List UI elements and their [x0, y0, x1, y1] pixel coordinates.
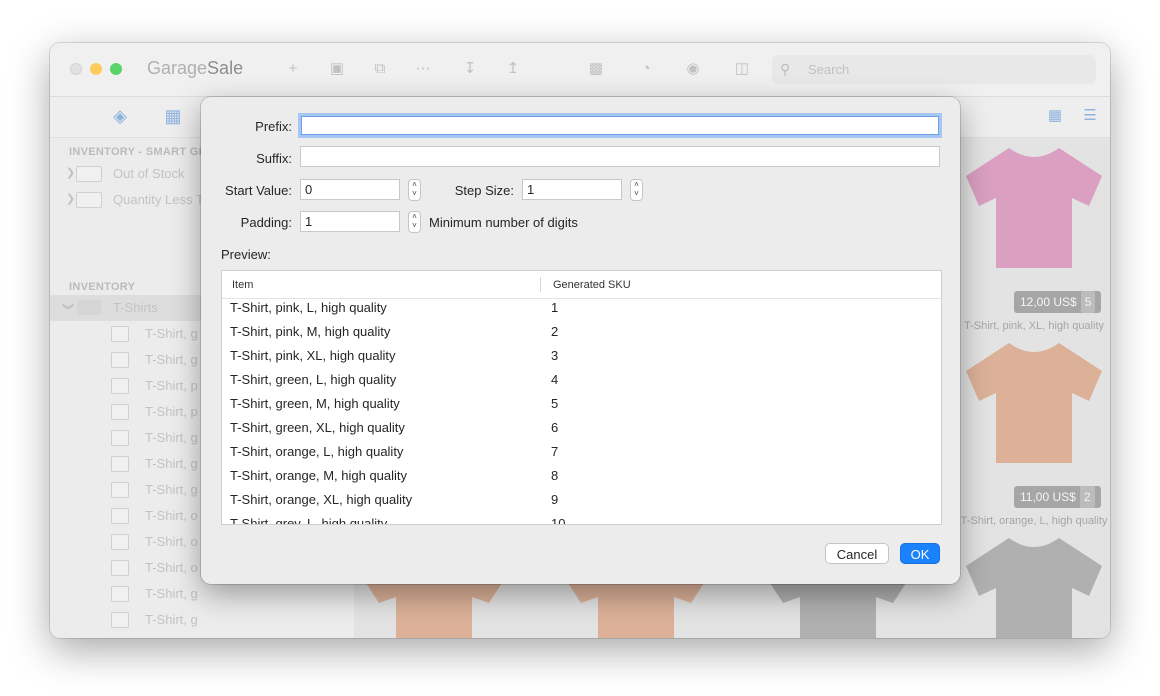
item-cell: T-Shirt, pink, XL, high quality	[230, 348, 396, 363]
preview-table[interactable]: Item Generated SKU T-Shirt, pink, L, hig…	[221, 270, 942, 525]
sku-cell: 2	[551, 324, 559, 339]
padding-field[interactable]: 1	[300, 211, 400, 232]
sku-cell: 1	[551, 300, 559, 315]
step-size-field[interactable]: 1	[522, 179, 622, 200]
table-row[interactable]: T-Shirt, pink, XL, high quality 3	[222, 346, 941, 370]
suffix-field[interactable]	[300, 146, 940, 167]
item-cell: T-Shirt, pink, M, high quality	[230, 324, 391, 339]
prefix-field[interactable]	[301, 116, 939, 135]
item-cell: T-Shirt, green, XL, high quality	[230, 420, 405, 435]
start-value-stepper[interactable]: ˄ ˅	[408, 179, 421, 201]
step-size-label: Step Size:	[454, 183, 514, 198]
sku-cell: 3	[551, 348, 559, 363]
suffix-label: Suffix:	[256, 151, 292, 166]
table-row[interactable]: T-Shirt, orange, M, high quality 8	[222, 466, 941, 490]
table-row[interactable]: T-Shirt, green, XL, high quality 6	[222, 418, 941, 442]
table-row[interactable]: T-Shirt, pink, L, high quality 1	[222, 298, 941, 322]
table-row[interactable]: T-Shirt, pink, M, high quality 2	[222, 322, 941, 346]
column-header-item[interactable]: Item	[232, 279, 253, 291]
sku-cell: 9	[551, 492, 559, 507]
start-value-label: Start Value:	[225, 183, 292, 198]
cancel-button[interactable]: Cancel	[825, 543, 889, 564]
item-cell: T-Shirt, orange, L, high quality	[230, 444, 404, 459]
preview-label: Preview:	[221, 247, 271, 262]
prefix-label: Prefix:	[255, 119, 292, 134]
sku-cell: 10	[551, 516, 566, 525]
padding-hint: Minimum number of digits	[429, 215, 578, 230]
item-cell: T-Shirt, grey, L, high quality	[230, 516, 388, 525]
sku-cell: 5	[551, 396, 559, 411]
table-header: Item Generated SKU	[222, 271, 941, 299]
generate-sku-dialog: Prefix: Suffix: Start Value: 0 ˄ ˅ Step S…	[201, 97, 960, 584]
ok-button[interactable]: OK	[900, 543, 940, 564]
table-row[interactable]: T-Shirt, green, L, high quality 4	[222, 370, 941, 394]
item-cell: T-Shirt, orange, M, high quality	[230, 468, 408, 483]
step-size-stepper[interactable]: ˄ ˅	[630, 179, 643, 201]
sku-cell: 6	[551, 420, 559, 435]
item-cell: T-Shirt, pink, L, high quality	[230, 300, 387, 315]
table-row[interactable]: T-Shirt, orange, L, high quality 7	[222, 442, 941, 466]
item-cell: T-Shirt, green, L, high quality	[230, 372, 397, 387]
table-row[interactable]: T-Shirt, grey, L, high quality 10	[222, 514, 941, 525]
table-row[interactable]: T-Shirt, orange, XL, high quality 9	[222, 490, 941, 514]
sku-cell: 8	[551, 468, 559, 483]
sku-cell: 7	[551, 444, 559, 459]
padding-stepper[interactable]: ˄ ˅	[408, 211, 421, 233]
sku-cell: 4	[551, 372, 559, 387]
item-cell: T-Shirt, orange, XL, high quality	[230, 492, 413, 507]
item-cell: T-Shirt, green, M, high quality	[230, 396, 400, 411]
start-value-field[interactable]: 0	[300, 179, 400, 200]
column-divider[interactable]	[540, 277, 541, 292]
padding-label: Padding:	[240, 215, 292, 230]
column-header-sku[interactable]: Generated SKU	[553, 279, 631, 291]
table-row[interactable]: T-Shirt, green, M, high quality 5	[222, 394, 941, 418]
